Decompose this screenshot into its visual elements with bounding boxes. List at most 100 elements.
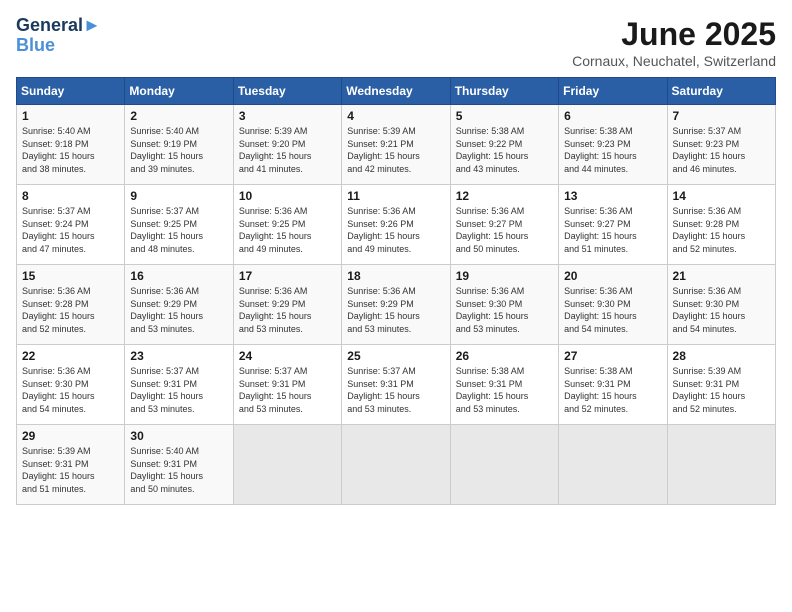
- weekday-header-cell: Monday: [125, 78, 233, 105]
- day-number: 12: [456, 189, 553, 203]
- day-info: Sunrise: 5:36 AM Sunset: 9:29 PM Dayligh…: [130, 285, 227, 335]
- day-info: Sunrise: 5:40 AM Sunset: 9:31 PM Dayligh…: [130, 445, 227, 495]
- calendar-cell: 6 Sunrise: 5:38 AM Sunset: 9:23 PM Daylig…: [559, 105, 667, 185]
- calendar-cell: 22Sunrise: 5:36 AM Sunset: 9:30 PM Dayli…: [17, 345, 125, 425]
- weekday-header-row: SundayMondayTuesdayWednesdayThursdayFrid…: [17, 78, 776, 105]
- day-info: Sunrise: 5:38 AM Sunset: 9:31 PM Dayligh…: [456, 365, 553, 415]
- calendar-cell: 23 Sunrise: 5:37 AM Sunset: 9:31 PM Dayli…: [125, 345, 233, 425]
- day-number: 20: [564, 269, 661, 283]
- calendar-week-row: 1 Sunrise: 5:40 AM Sunset: 9:18 PM Daylig…: [17, 105, 776, 185]
- calendar-cell: 15Sunrise: 5:36 AM Sunset: 9:28 PM Dayli…: [17, 265, 125, 345]
- day-info: Sunrise: 5:36 AM Sunset: 9:26 PM Dayligh…: [347, 205, 444, 255]
- weekday-header-cell: Thursday: [450, 78, 558, 105]
- calendar-cell: 10 Sunrise: 5:36 AM Sunset: 9:25 PM Dayli…: [233, 185, 341, 265]
- day-info: Sunrise: 5:37 AM Sunset: 9:25 PM Dayligh…: [130, 205, 227, 255]
- day-info: Sunrise: 5:36 AM Sunset: 9:28 PM Dayligh…: [673, 205, 770, 255]
- calendar-cell: 20 Sunrise: 5:36 AM Sunset: 9:30 PM Dayli…: [559, 265, 667, 345]
- day-info: Sunrise: 5:37 AM Sunset: 9:31 PM Dayligh…: [239, 365, 336, 415]
- day-info: Sunrise: 5:40 AM Sunset: 9:18 PM Dayligh…: [22, 125, 119, 175]
- calendar-cell: 9 Sunrise: 5:37 AM Sunset: 9:25 PM Daylig…: [125, 185, 233, 265]
- day-info: Sunrise: 5:36 AM Sunset: 9:30 PM Dayligh…: [564, 285, 661, 335]
- logo-text: General►Blue: [16, 16, 101, 56]
- day-number: 17: [239, 269, 336, 283]
- day-number: 10: [239, 189, 336, 203]
- day-info: Sunrise: 5:38 AM Sunset: 9:22 PM Dayligh…: [456, 125, 553, 175]
- calendar-cell: 14 Sunrise: 5:36 AM Sunset: 9:28 PM Dayli…: [667, 185, 775, 265]
- calendar-cell: 1 Sunrise: 5:40 AM Sunset: 9:18 PM Daylig…: [17, 105, 125, 185]
- calendar-week-row: 8 Sunrise: 5:37 AM Sunset: 9:24 PM Daylig…: [17, 185, 776, 265]
- day-number: 9: [130, 189, 227, 203]
- day-number: 15: [22, 269, 119, 283]
- day-info: Sunrise: 5:39 AM Sunset: 9:21 PM Dayligh…: [347, 125, 444, 175]
- day-number: 28: [673, 349, 770, 363]
- day-number: 24: [239, 349, 336, 363]
- day-info: Sunrise: 5:37 AM Sunset: 9:23 PM Dayligh…: [673, 125, 770, 175]
- calendar-cell: 18 Sunrise: 5:36 AM Sunset: 9:29 PM Dayli…: [342, 265, 450, 345]
- day-number: 2: [130, 109, 227, 123]
- day-info: Sunrise: 5:36 AM Sunset: 9:27 PM Dayligh…: [456, 205, 553, 255]
- day-number: 27: [564, 349, 661, 363]
- calendar-cell: 11 Sunrise: 5:36 AM Sunset: 9:26 PM Dayli…: [342, 185, 450, 265]
- weekday-header-cell: Friday: [559, 78, 667, 105]
- day-number: 3: [239, 109, 336, 123]
- weekday-header-cell: Tuesday: [233, 78, 341, 105]
- day-info: Sunrise: 5:36 AM Sunset: 9:29 PM Dayligh…: [347, 285, 444, 335]
- day-info: Sunrise: 5:38 AM Sunset: 9:31 PM Dayligh…: [564, 365, 661, 415]
- day-number: 11: [347, 189, 444, 203]
- calendar-header: SundayMondayTuesdayWednesdayThursdayFrid…: [17, 78, 776, 105]
- calendar-cell: [450, 425, 558, 505]
- day-info: Sunrise: 5:36 AM Sunset: 9:29 PM Dayligh…: [239, 285, 336, 335]
- day-number: 8: [22, 189, 119, 203]
- day-number: 21: [673, 269, 770, 283]
- calendar-cell: 21Sunrise: 5:36 AM Sunset: 9:30 PM Dayli…: [667, 265, 775, 345]
- calendar-cell: 2 Sunrise: 5:40 AM Sunset: 9:19 PM Daylig…: [125, 105, 233, 185]
- calendar-cell: 27 Sunrise: 5:38 AM Sunset: 9:31 PM Dayli…: [559, 345, 667, 425]
- day-number: 14: [673, 189, 770, 203]
- calendar-week-row: 22Sunrise: 5:36 AM Sunset: 9:30 PM Dayli…: [17, 345, 776, 425]
- calendar-cell: 12 Sunrise: 5:36 AM Sunset: 9:27 PM Dayli…: [450, 185, 558, 265]
- calendar-week-row: 29Sunrise: 5:39 AM Sunset: 9:31 PM Dayli…: [17, 425, 776, 505]
- weekday-header-cell: Saturday: [667, 78, 775, 105]
- day-number: 13: [564, 189, 661, 203]
- header: General►Blue June 2025 Cornaux, Neuchate…: [16, 16, 776, 69]
- day-info: Sunrise: 5:39 AM Sunset: 9:31 PM Dayligh…: [673, 365, 770, 415]
- day-info: Sunrise: 5:36 AM Sunset: 9:30 PM Dayligh…: [456, 285, 553, 335]
- calendar-cell: 24 Sunrise: 5:37 AM Sunset: 9:31 PM Dayli…: [233, 345, 341, 425]
- day-info: Sunrise: 5:36 AM Sunset: 9:25 PM Dayligh…: [239, 205, 336, 255]
- day-number: 19: [456, 269, 553, 283]
- day-info: Sunrise: 5:37 AM Sunset: 9:31 PM Dayligh…: [130, 365, 227, 415]
- calendar-cell: 13Sunrise: 5:36 AM Sunset: 9:27 PM Dayli…: [559, 185, 667, 265]
- day-number: 5: [456, 109, 553, 123]
- day-info: Sunrise: 5:40 AM Sunset: 9:19 PM Dayligh…: [130, 125, 227, 175]
- day-number: 25: [347, 349, 444, 363]
- calendar-cell: [667, 425, 775, 505]
- weekday-header-cell: Wednesday: [342, 78, 450, 105]
- day-number: 30: [130, 429, 227, 443]
- logo: General►Blue: [16, 16, 101, 56]
- calendar-cell: 30 Sunrise: 5:40 AM Sunset: 9:31 PM Dayli…: [125, 425, 233, 505]
- calendar-cell: [342, 425, 450, 505]
- calendar-cell: [559, 425, 667, 505]
- calendar-title: June 2025: [572, 16, 776, 53]
- calendar-cell: 28 Sunrise: 5:39 AM Sunset: 9:31 PM Dayli…: [667, 345, 775, 425]
- calendar-cell: 8 Sunrise: 5:37 AM Sunset: 9:24 PM Daylig…: [17, 185, 125, 265]
- calendar-cell: 7 Sunrise: 5:37 AM Sunset: 9:23 PM Daylig…: [667, 105, 775, 185]
- calendar-table: SundayMondayTuesdayWednesdayThursdayFrid…: [16, 77, 776, 505]
- day-number: 6: [564, 109, 661, 123]
- day-number: 23: [130, 349, 227, 363]
- day-number: 4: [347, 109, 444, 123]
- day-number: 1: [22, 109, 119, 123]
- calendar-cell: 19 Sunrise: 5:36 AM Sunset: 9:30 PM Dayli…: [450, 265, 558, 345]
- calendar-cell: 4 Sunrise: 5:39 AM Sunset: 9:21 PM Daylig…: [342, 105, 450, 185]
- day-number: 7: [673, 109, 770, 123]
- calendar-cell: [233, 425, 341, 505]
- day-info: Sunrise: 5:37 AM Sunset: 9:24 PM Dayligh…: [22, 205, 119, 255]
- day-number: 16: [130, 269, 227, 283]
- calendar-cell: 16 Sunrise: 5:36 AM Sunset: 9:29 PM Dayli…: [125, 265, 233, 345]
- day-info: Sunrise: 5:39 AM Sunset: 9:31 PM Dayligh…: [22, 445, 119, 495]
- day-number: 18: [347, 269, 444, 283]
- day-info: Sunrise: 5:38 AM Sunset: 9:23 PM Dayligh…: [564, 125, 661, 175]
- title-area: June 2025 Cornaux, Neuchatel, Switzerlan…: [572, 16, 776, 69]
- calendar-week-row: 15Sunrise: 5:36 AM Sunset: 9:28 PM Dayli…: [17, 265, 776, 345]
- day-info: Sunrise: 5:39 AM Sunset: 9:20 PM Dayligh…: [239, 125, 336, 175]
